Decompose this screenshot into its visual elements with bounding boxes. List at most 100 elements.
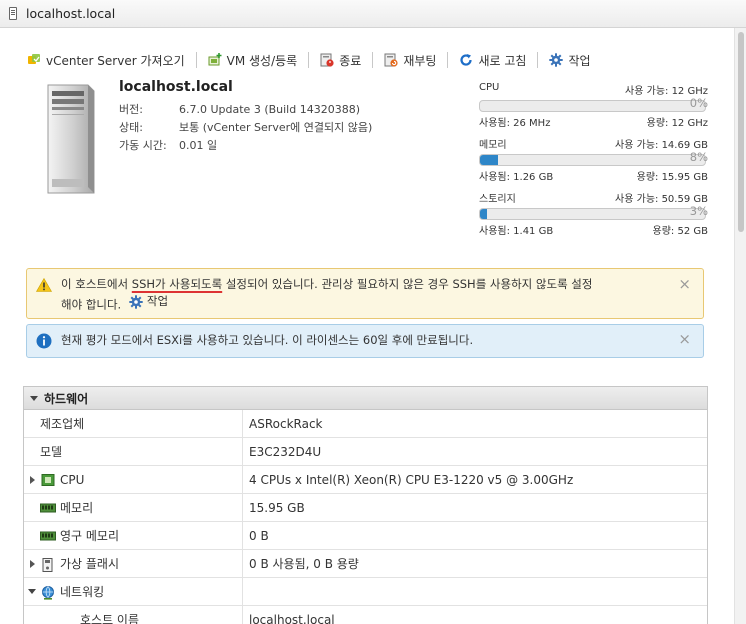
scrollbar-thumb[interactable] bbox=[738, 32, 744, 232]
host-toolbar: vCenter Server 가져오기 VM 생성/등록 종료 재부팅 새로 고… bbox=[27, 50, 591, 70]
memory-percent: 8% bbox=[689, 150, 708, 164]
create-vm-button[interactable]: VM 생성/등록 bbox=[208, 52, 298, 69]
license-info-text: 현재 평가 모드에서 ESXi를 사용하고 있습니다. 이 라이센스는 60일 … bbox=[61, 333, 474, 347]
actions-button[interactable]: 작업 bbox=[549, 52, 591, 69]
cpu-value: 4 CPUs x Intel(R) Xeon(R) CPU E3-1220 v5… bbox=[242, 465, 707, 494]
cpu-usage-bar bbox=[479, 100, 706, 112]
server-image bbox=[44, 81, 96, 197]
memory-label: 메모리 bbox=[60, 501, 94, 515]
toolbar-divider bbox=[308, 52, 310, 68]
ssh-warning-text: 이 호스트에서 SSH가 사용되도록 설정되어 있습니다. 관리상 필요하지 않… bbox=[61, 276, 592, 314]
gear-icon bbox=[549, 53, 564, 67]
memory-value: 15.95 GB bbox=[242, 493, 707, 522]
license-info-alert: 현재 평가 모드에서 ESXi를 사용하고 있습니다. 이 라이센스는 60일 … bbox=[26, 324, 704, 358]
storage-percent: 3% bbox=[689, 204, 708, 218]
persistent-memory-value: 0 B bbox=[242, 521, 707, 550]
uptime-value: 0.01 일 bbox=[179, 139, 218, 152]
toolbar-divider bbox=[195, 52, 197, 68]
ssh-warning-alert: 이 호스트에서 SSH가 사용되도록 설정되어 있습니다. 관리상 필요하지 않… bbox=[26, 268, 704, 319]
storage-resource: 스토리지 사용 가능: 50.59 GB 3% 사용됨: 1.41 GB 용량: 5… bbox=[479, 190, 708, 237]
table-row[interactable]: 네트워킹 bbox=[24, 577, 707, 606]
virtual-flash-label: 가상 플래시 bbox=[60, 557, 120, 571]
table-row: 메모리 15.95 GB bbox=[24, 493, 707, 522]
toolbar-divider bbox=[537, 52, 539, 68]
cpu-resource: CPU 사용 가능: 12 GHz 0% 사용됨: 26 MHz 용량: 12 GH… bbox=[479, 82, 708, 129]
collapse-arrow-icon[interactable] bbox=[24, 589, 40, 594]
networking-value bbox=[242, 577, 707, 606]
host-icon bbox=[9, 7, 17, 20]
networking-icon bbox=[40, 585, 56, 600]
cpu-percent: 0% bbox=[689, 96, 708, 110]
host-name: localhost.local bbox=[119, 79, 233, 95]
host-name-label: 호스트 이름 bbox=[80, 613, 140, 624]
version-row: 버전: 6.7.0 Update 3 (Build 14320388) bbox=[119, 101, 360, 117]
cpu-icon bbox=[40, 473, 56, 486]
storage-usage-fill bbox=[480, 209, 487, 219]
storage-name: 스토리지 bbox=[479, 194, 516, 205]
storage-used: 사용됨: 1.41 GB bbox=[479, 226, 554, 237]
vcenter-icon bbox=[27, 53, 41, 67]
manufacturer-label: 제조업체 bbox=[40, 417, 85, 431]
hardware-panel-title: 하드웨어 bbox=[44, 391, 89, 406]
hardware-panel-header[interactable]: 하드웨어 bbox=[24, 387, 707, 410]
actions-label: 작업 bbox=[568, 53, 591, 68]
memory-capacity: 용량: 15.95 GB bbox=[636, 172, 708, 183]
memory-usage-bar bbox=[479, 154, 706, 166]
memory-available: 사용 가능: 14.69 GB bbox=[615, 140, 708, 151]
vcenter-import-label: vCenter Server 가져오기 bbox=[46, 53, 185, 68]
reboot-icon bbox=[384, 53, 398, 67]
refresh-icon bbox=[459, 53, 473, 67]
create-vm-label: VM 생성/등록 bbox=[226, 53, 298, 68]
hardware-table: 제조업체 ASRockRack 모델 E3C232D4U CPU 4 CPUs … bbox=[24, 410, 707, 624]
license-info-close-button[interactable]: × bbox=[678, 330, 691, 348]
ssh-warning-actions-button[interactable]: 작업 bbox=[129, 293, 168, 310]
vertical-scrollbar[interactable] bbox=[734, 28, 746, 624]
info-icon bbox=[36, 333, 52, 352]
toolbar-divider bbox=[372, 52, 374, 68]
reboot-button[interactable]: 재부팅 bbox=[384, 52, 436, 69]
cpu-capacity: 용량: 12 GHz bbox=[646, 118, 708, 129]
persistent-memory-label: 영구 메모리 bbox=[60, 529, 120, 543]
shutdown-button[interactable]: 종료 bbox=[320, 52, 361, 69]
memory-resource: 메모리 사용 가능: 14.69 GB 8% 사용됨: 1.26 GB 용량: 15… bbox=[479, 136, 708, 183]
virtual-flash-icon bbox=[40, 557, 56, 572]
table-row[interactable]: 가상 플래시 0 B 사용됨, 0 B 용량 bbox=[24, 549, 707, 578]
gear-icon bbox=[129, 294, 143, 309]
table-row: 호스트 이름 localhost.local bbox=[24, 605, 707, 624]
cpu-name: CPU bbox=[479, 82, 500, 93]
shutdown-label: 종료 bbox=[339, 53, 362, 68]
uptime-label: 가동 시간: bbox=[119, 139, 167, 152]
table-row[interactable]: CPU 4 CPUs x Intel(R) Xeon(R) CPU E3-122… bbox=[24, 465, 707, 494]
networking-label: 네트워킹 bbox=[60, 585, 105, 599]
memory-icon bbox=[40, 502, 56, 514]
expand-arrow-icon[interactable] bbox=[24, 475, 40, 484]
collapse-arrow-icon bbox=[30, 395, 38, 401]
version-label: 버전: bbox=[119, 103, 143, 116]
window-titlebar: localhost.local bbox=[0, 0, 746, 28]
reboot-label: 재부팅 bbox=[403, 53, 437, 68]
shutdown-icon bbox=[320, 53, 334, 67]
table-row: 모델 E3C232D4U bbox=[24, 437, 707, 466]
memory-usage-fill bbox=[480, 155, 498, 165]
ssh-warning-post: 설정되어 있습니다. 관리상 필요하지 않은 경우 SSH를 사용하지 않도록 … bbox=[222, 277, 593, 291]
cpu-available: 사용 가능: 12 GHz bbox=[625, 86, 708, 97]
storage-capacity: 용량: 52 GB bbox=[652, 226, 708, 237]
vcenter-import-button[interactable]: vCenter Server 가져오기 bbox=[27, 52, 185, 69]
refresh-button[interactable]: 새로 고침 bbox=[459, 52, 526, 69]
state-value: 보통 (vCenter Server에 연결되지 않음) bbox=[179, 121, 373, 134]
cpu-used: 사용됨: 26 MHz bbox=[479, 118, 551, 129]
uptime-row: 가동 시간: 0.01 일 bbox=[119, 137, 217, 153]
table-row: 제조업체 ASRockRack bbox=[24, 410, 707, 438]
table-row: 영구 메모리 0 B bbox=[24, 521, 707, 550]
memory-used: 사용됨: 1.26 GB bbox=[479, 172, 554, 183]
ssh-warning-line2: 해야 합니다. bbox=[61, 297, 122, 312]
host-name-value: localhost.local bbox=[242, 605, 707, 624]
ssh-warning-highlight: SSH가 사용되도록 bbox=[131, 277, 223, 291]
state-row: 상태: 보통 (vCenter Server에 연결되지 않음) bbox=[119, 119, 372, 135]
ssh-warning-close-button[interactable]: × bbox=[678, 275, 691, 293]
expand-arrow-icon[interactable] bbox=[24, 559, 40, 568]
virtual-flash-value: 0 B 사용됨, 0 B 용량 bbox=[242, 549, 707, 578]
create-vm-icon bbox=[208, 53, 222, 67]
ssh-warning-pre: 이 호스트에서 bbox=[61, 277, 132, 291]
model-label: 모델 bbox=[40, 445, 63, 459]
